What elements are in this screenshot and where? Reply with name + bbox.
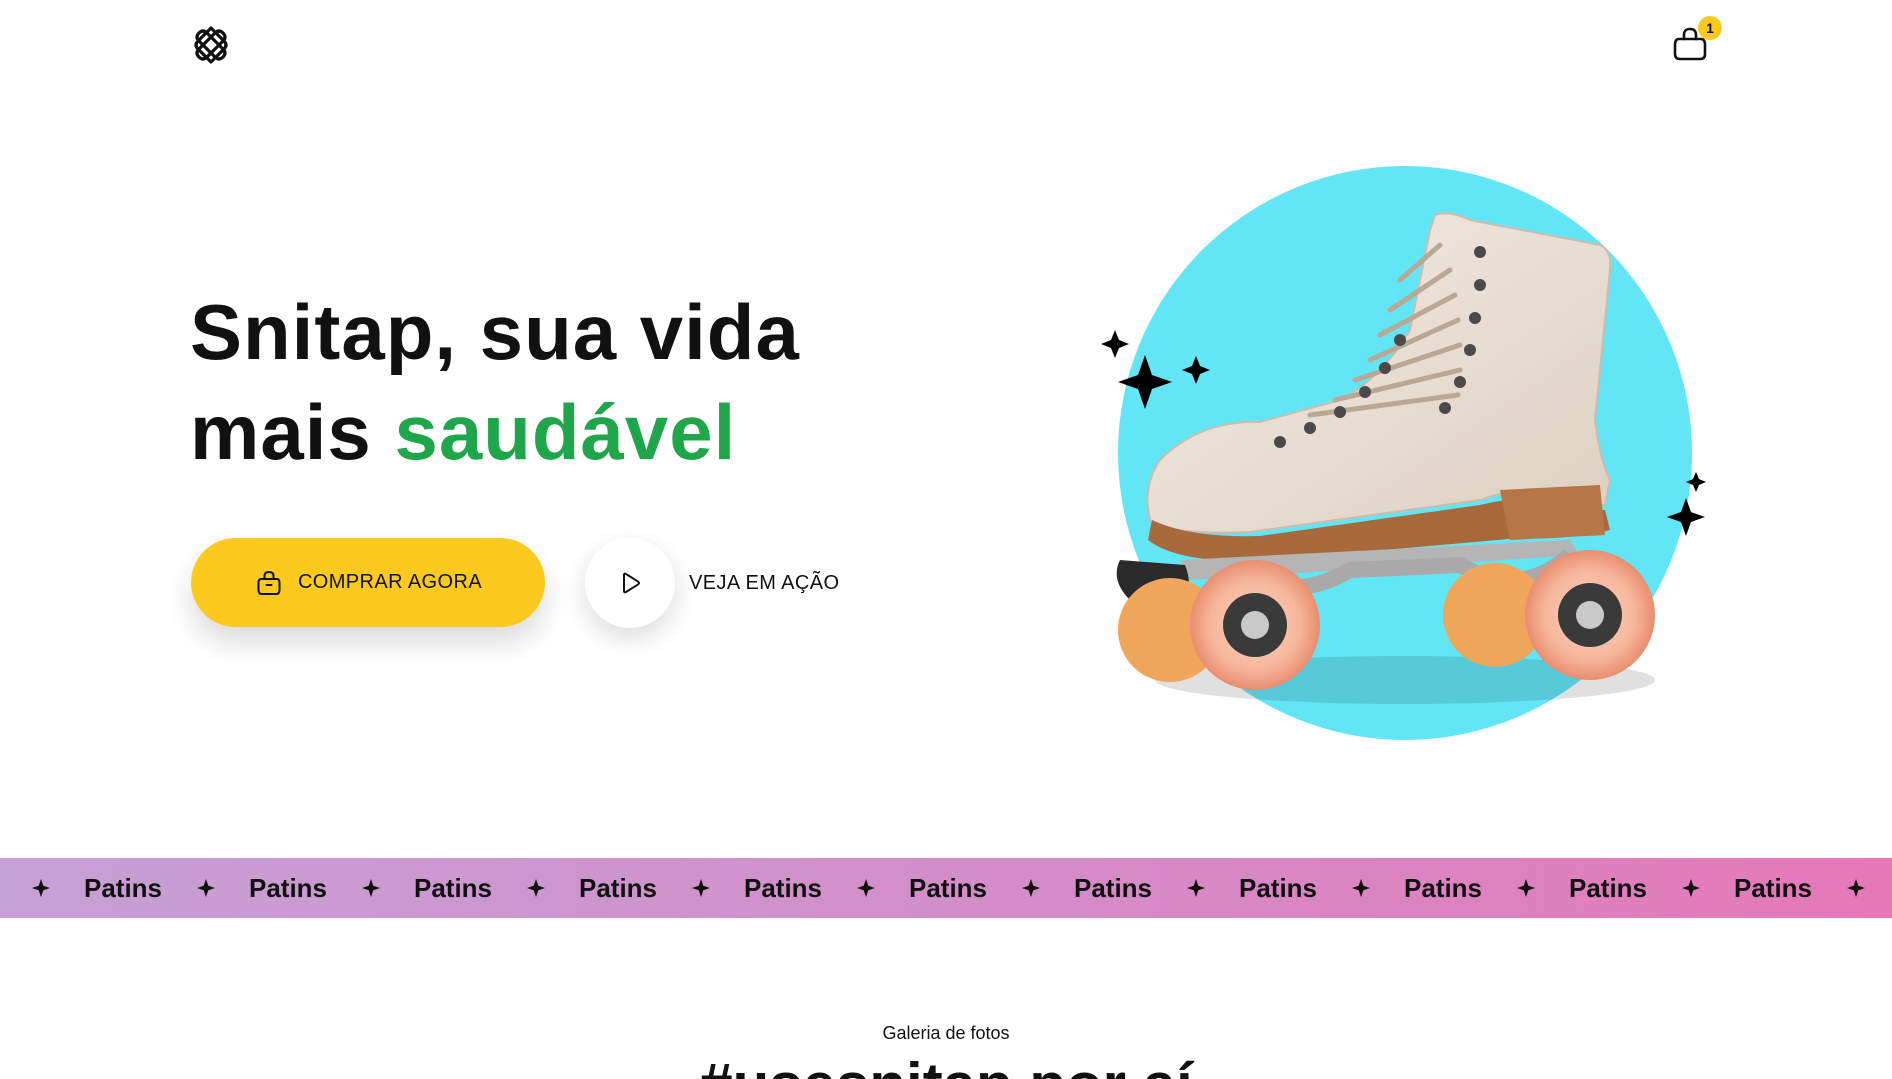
- sparkle-icon: [838, 879, 893, 897]
- sparkle-icon: [673, 879, 728, 897]
- sparkle-icon: [13, 879, 68, 897]
- buy-now-button[interactable]: COMPRAR AGORA: [191, 538, 545, 627]
- sparkle-icon: [1333, 879, 1388, 897]
- marquee-item: Patins: [1403, 872, 1483, 903]
- marquee-item: Patins: [248, 872, 328, 903]
- sparkle-icon: [1828, 879, 1883, 897]
- marquee-item: Patins: [0, 873, 13, 904]
- sparkle-icon: [1663, 879, 1718, 897]
- hero-title-line2: mais: [190, 388, 395, 476]
- play-video-button[interactable]: [585, 538, 675, 628]
- sparkle-icon: [1168, 879, 1223, 897]
- sparkle-icon: [1003, 879, 1058, 897]
- play-video-label[interactable]: VEJA EM AÇÃO: [689, 572, 839, 595]
- buy-now-label: COMPRAR AGORA: [297, 571, 483, 593]
- cart-count-badge: 1: [1698, 16, 1722, 40]
- hero-title: Snitap, sua vida mais saudável: [190, 282, 800, 482]
- marquee-item: Patins: [908, 872, 988, 903]
- sparkle-icon: [343, 879, 398, 897]
- hero-title-accent: saudável: [394, 388, 737, 476]
- gallery-title: #usesnitap por aí: [0, 1050, 1892, 1079]
- shopping-bag-icon: [257, 570, 281, 595]
- product-marquee: Patins Patins Patins Patins Patins Patins Pati…: [0, 858, 1892, 918]
- marquee-item: Patins: [578, 872, 658, 903]
- marquee-item: Patins: [1568, 872, 1648, 903]
- logo-icon[interactable]: [190, 24, 232, 66]
- sparkle-icon: [508, 879, 563, 897]
- marquee-item: Patins: [413, 872, 493, 903]
- marquee-item: Patins: [1733, 872, 1813, 903]
- landing-page: 1 Snitap, sua vida mais saudável COMPRAR…: [0, 0, 1892, 1079]
- marquee-item: Patins: [1073, 872, 1153, 903]
- marquee-item: Patins: [1238, 872, 1318, 903]
- marquee-item: Patins: [743, 872, 823, 903]
- hero-title-line1: Snitap, sua vida: [190, 288, 800, 376]
- marquee-track: Patins Patins Patins Patins Patins Patins Pati…: [0, 858, 1883, 918]
- cart-button[interactable]: 1: [1670, 16, 1722, 68]
- sparkle-icon: [1498, 879, 1553, 897]
- play-icon: [623, 572, 640, 594]
- roller-skate-image: [1101, 166, 1706, 740]
- marquee-item: Patins: [83, 872, 163, 903]
- gallery-label: Galeria de fotos: [882, 1023, 1010, 1043]
- sparkle-icon: [178, 879, 233, 897]
